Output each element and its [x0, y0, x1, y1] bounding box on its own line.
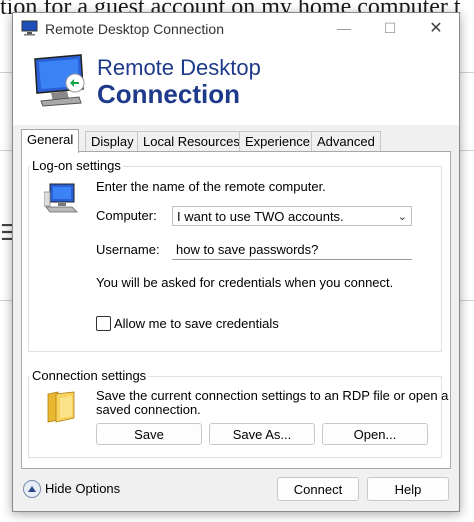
username-field[interactable]: how to save passwords?	[172, 240, 412, 260]
save-as-button[interactable]: Save As...	[209, 423, 315, 445]
minimize-button[interactable]: —	[321, 13, 367, 43]
tab-display[interactable]: Display	[85, 131, 140, 152]
background-divider	[458, 300, 474, 301]
header-title-line2: Connection	[97, 79, 240, 109]
header-title-line1: Remote Desktop	[97, 55, 261, 80]
chevron-up-icon	[28, 486, 36, 492]
window-title: Remote Desktop Connection	[45, 21, 224, 37]
tab-general[interactable]: General	[21, 129, 80, 153]
background-divider	[0, 72, 12, 73]
connection-settings-label: Connection settings	[30, 368, 149, 383]
open-button[interactable]: Open...	[322, 423, 428, 445]
title-bar[interactable]: Remote Desktop Connection — ☐ ✕	[13, 13, 459, 43]
computer-label: Computer:	[96, 208, 157, 223]
logon-intro-text: Enter the name of the remote computer.	[96, 179, 326, 194]
username-label: Username:	[96, 242, 160, 257]
computer-combobox[interactable]: I want to use TWO accounts. ⌄	[172, 206, 412, 226]
hide-options-label[interactable]: Hide Options	[45, 481, 120, 496]
rdp-app-icon	[21, 20, 38, 36]
help-button[interactable]: Help	[367, 477, 449, 501]
rdp-dialog: Remote Desktop Connection — ☐ ✕ Remote D…	[12, 12, 460, 512]
header-banner: Remote Desktop Connection	[13, 43, 459, 125]
computer-combobox-value: I want to use TWO accounts.	[177, 209, 344, 224]
save-button[interactable]: Save	[96, 423, 202, 445]
hide-options-chevron-up-icon[interactable]	[23, 480, 41, 498]
allow-save-credentials-label[interactable]: Allow me to save credentials	[114, 316, 279, 331]
connection-description-line2: saved connection.	[96, 402, 201, 417]
folder-icon	[47, 391, 75, 423]
chevron-down-icon[interactable]: ⌄	[398, 207, 407, 227]
background-divider	[0, 150, 12, 151]
credentials-note: You will be asked for credentials when y…	[96, 275, 394, 290]
background-divider	[458, 150, 474, 151]
background-divider	[0, 300, 12, 301]
maximize-button[interactable]: ☐	[367, 13, 413, 43]
close-button[interactable]: ✕	[413, 13, 459, 43]
tab-advanced[interactable]: Advanced	[311, 131, 381, 152]
background-divider	[458, 72, 474, 73]
connection-description-line1: Save the current connection settings to …	[96, 388, 449, 403]
computer-icon	[44, 183, 78, 213]
allow-save-credentials-checkbox[interactable]	[96, 316, 111, 331]
general-tab-panel: Log-on settings Enter the name of the re…	[21, 151, 451, 469]
remote-desktop-monitor-icon	[34, 54, 85, 107]
logon-settings-label: Log-on settings	[30, 158, 123, 173]
tab-local-resources[interactable]: Local Resources	[137, 131, 246, 152]
connect-button[interactable]: Connect	[277, 477, 359, 501]
tab-experience[interactable]: Experience	[239, 131, 317, 152]
